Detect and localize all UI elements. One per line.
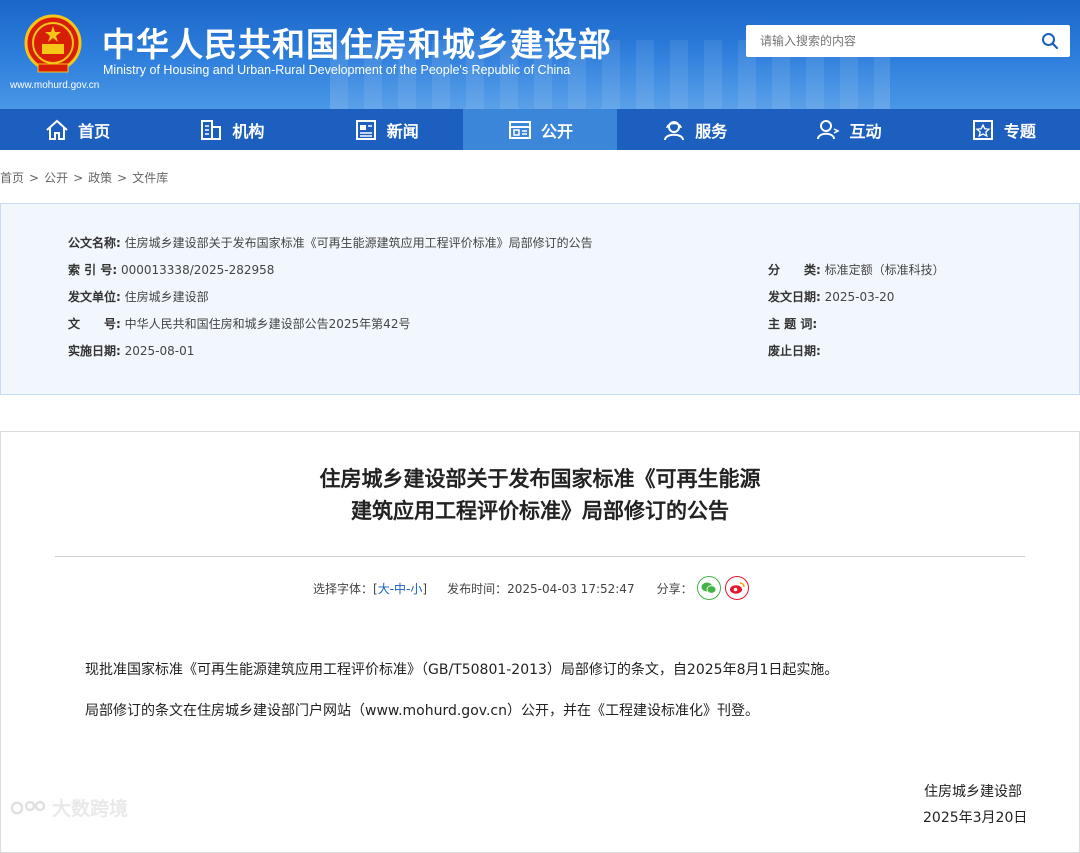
search-icon xyxy=(1042,33,1059,50)
main-nav: 首页 机构 新闻 公开 服务 互动 专题 xyxy=(0,109,1080,150)
meta-value: 标准定额（标准科技） xyxy=(824,263,945,277)
wechat-icon xyxy=(701,582,716,594)
breadcrumb: 首页 > 公开 > 政策 > 文件库 xyxy=(0,169,168,186)
meta-label: 实施日期: xyxy=(68,344,121,358)
title-divider xyxy=(55,556,1025,557)
national-emblem-icon[interactable] xyxy=(24,14,82,76)
meta-label: 分 类: xyxy=(768,263,821,277)
breadcrumb-separator: > xyxy=(117,171,128,185)
site-url[interactable]: www.mohurd.gov.cn xyxy=(10,80,99,91)
nav-item-news[interactable]: 新闻 xyxy=(309,109,463,150)
meta-value: 2025-08-01 xyxy=(124,344,195,358)
nav-label: 机构 xyxy=(232,121,265,141)
publish-time: 发布时间：2025-04-03 17:52:47 xyxy=(447,580,634,597)
meta-keywords: 主 题 词: xyxy=(768,315,817,332)
building-icon xyxy=(201,119,222,140)
meta-label: 废止日期: xyxy=(768,344,821,358)
meta-label: 发文日期: xyxy=(768,290,821,304)
nav-item-interact[interactable]: 互动 xyxy=(771,109,925,150)
meta-issue-date: 发文日期: 2025-03-20 xyxy=(768,288,894,305)
weibo-icon xyxy=(729,582,745,594)
meta-value: 中华人民共和国住房和城乡建设部公告2025年第42号 xyxy=(124,317,411,331)
nav-item-organization[interactable]: 机构 xyxy=(154,109,308,150)
header-banner: www.mohurd.gov.cn 中华人民共和国住房和城乡建设部 Minist… xyxy=(0,0,1080,109)
meta-value: 住房城乡建设部 xyxy=(124,290,209,304)
home-icon xyxy=(46,119,68,140)
watermark-logo-icon xyxy=(10,800,46,814)
nav-item-topic[interactable]: 专题 xyxy=(926,109,1080,150)
signature-org: 住房城乡建设部 xyxy=(924,784,1022,800)
nav-label: 公开 xyxy=(540,121,573,141)
service-icon xyxy=(664,120,685,140)
nav-item-service[interactable]: 服务 xyxy=(617,109,771,150)
article-tools: 选择字体：[大-中-小] 发布时间：2025-04-03 17:52:47 分享… xyxy=(313,576,749,600)
meta-label: 公文名称: xyxy=(68,236,121,250)
breadcrumb-item-public[interactable]: 公开 xyxy=(44,171,68,185)
meta-value: 000013338/2025-282958 xyxy=(120,263,275,277)
meta-doc-no: 文 号: 中华人民共和国住房和城乡建设部公告2025年第42号 xyxy=(68,315,410,332)
nav-label: 服务 xyxy=(695,121,728,141)
nav-label: 首页 xyxy=(78,121,111,141)
meta-label: 索 引 号: xyxy=(68,263,118,277)
article-paragraph-1: 现批准国家标准《可再生能源建筑应用工程评价标准》（GB/T50801-2013）… xyxy=(85,662,839,678)
publish-label: 发布时间： xyxy=(447,581,508,596)
font-large-link[interactable]: 大 xyxy=(378,582,390,596)
meta-label: 主 题 词: xyxy=(768,317,818,331)
weibo-share-button[interactable] xyxy=(724,576,749,600)
article-title-line: 住房城乡建设部关于发布国家标准《可再生能源 xyxy=(319,467,761,491)
font-small-link[interactable]: 小 xyxy=(410,582,422,596)
font-select-end: ] xyxy=(422,581,428,596)
article-title-line: 建筑应用工程评价标准》局部修订的公告 xyxy=(351,499,729,523)
nav-label: 新闻 xyxy=(386,121,419,141)
meta-repeal-date: 废止日期: xyxy=(768,342,821,359)
meta-value: 2025-03-20 xyxy=(824,290,895,304)
meta-label: 发文单位: xyxy=(68,290,121,304)
wechat-share-button[interactable] xyxy=(696,576,721,600)
watermark-text: 大数跨境 xyxy=(52,798,129,820)
nav-label: 互动 xyxy=(849,121,882,141)
share-label: 分享： xyxy=(656,581,693,596)
nav-label: 专题 xyxy=(1003,121,1036,141)
font-medium-link[interactable]: 中 xyxy=(394,582,406,596)
ministry-title[interactable]: 中华人民共和国住房和城乡建设部 xyxy=(102,18,612,66)
meta-issuer: 发文单位: 住房城乡建设部 xyxy=(68,288,209,305)
meta-label: 文 号: xyxy=(68,317,121,331)
publish-value: 2025-04-03 17:52:47 xyxy=(507,581,635,596)
nav-item-home[interactable]: 首页 xyxy=(0,109,154,150)
article-paragraph-2: 局部修订的条文在住房城乡建设部门户网站（www.mohurd.gov.cn）公开… xyxy=(85,703,759,719)
search-button[interactable] xyxy=(1030,25,1070,57)
ministry-english-title: Ministry of Housing and Urban-Rural Deve… xyxy=(103,63,571,77)
public-icon xyxy=(508,120,531,139)
breadcrumb-separator: > xyxy=(29,171,40,185)
meta-doc-name: 公文名称: 住房城乡建设部关于发布国家标准《可再生能源建筑应用工程评价标准》局部… xyxy=(68,234,593,251)
search-input[interactable] xyxy=(746,26,1030,56)
breadcrumb-separator: > xyxy=(73,171,84,185)
font-size-selector: 选择字体：[大-中-小] xyxy=(313,580,427,597)
watermark: 大数跨境 xyxy=(8,794,128,821)
nav-item-public[interactable]: 公开 xyxy=(462,109,618,150)
meta-index: 索 引 号: 000013338/2025-282958 xyxy=(68,261,274,278)
meta-effective-date: 实施日期: 2025-08-01 xyxy=(68,342,194,359)
meta-value: 住房城乡建设部关于发布国家标准《可再生能源建筑应用工程评价标准》局部修订的公告 xyxy=(124,236,593,250)
interact-icon xyxy=(816,119,840,139)
breadcrumb-item-library[interactable]: 文件库 xyxy=(132,171,168,185)
news-icon xyxy=(355,119,376,140)
search-box xyxy=(746,25,1070,57)
meta-category: 分 类: 标准定额（标准科技） xyxy=(768,261,945,278)
font-select-label: 选择字体：[ xyxy=(313,581,378,596)
topic-icon xyxy=(972,119,993,140)
breadcrumb-item-home[interactable]: 首页 xyxy=(0,171,24,185)
breadcrumb-item-policy[interactable]: 政策 xyxy=(88,171,112,185)
article-title: 住房城乡建设部关于发布国家标准《可再生能源 建筑应用工程评价标准》局部修订的公告 xyxy=(0,463,1080,527)
signature-date: 2025年3月20日 xyxy=(923,810,1028,826)
